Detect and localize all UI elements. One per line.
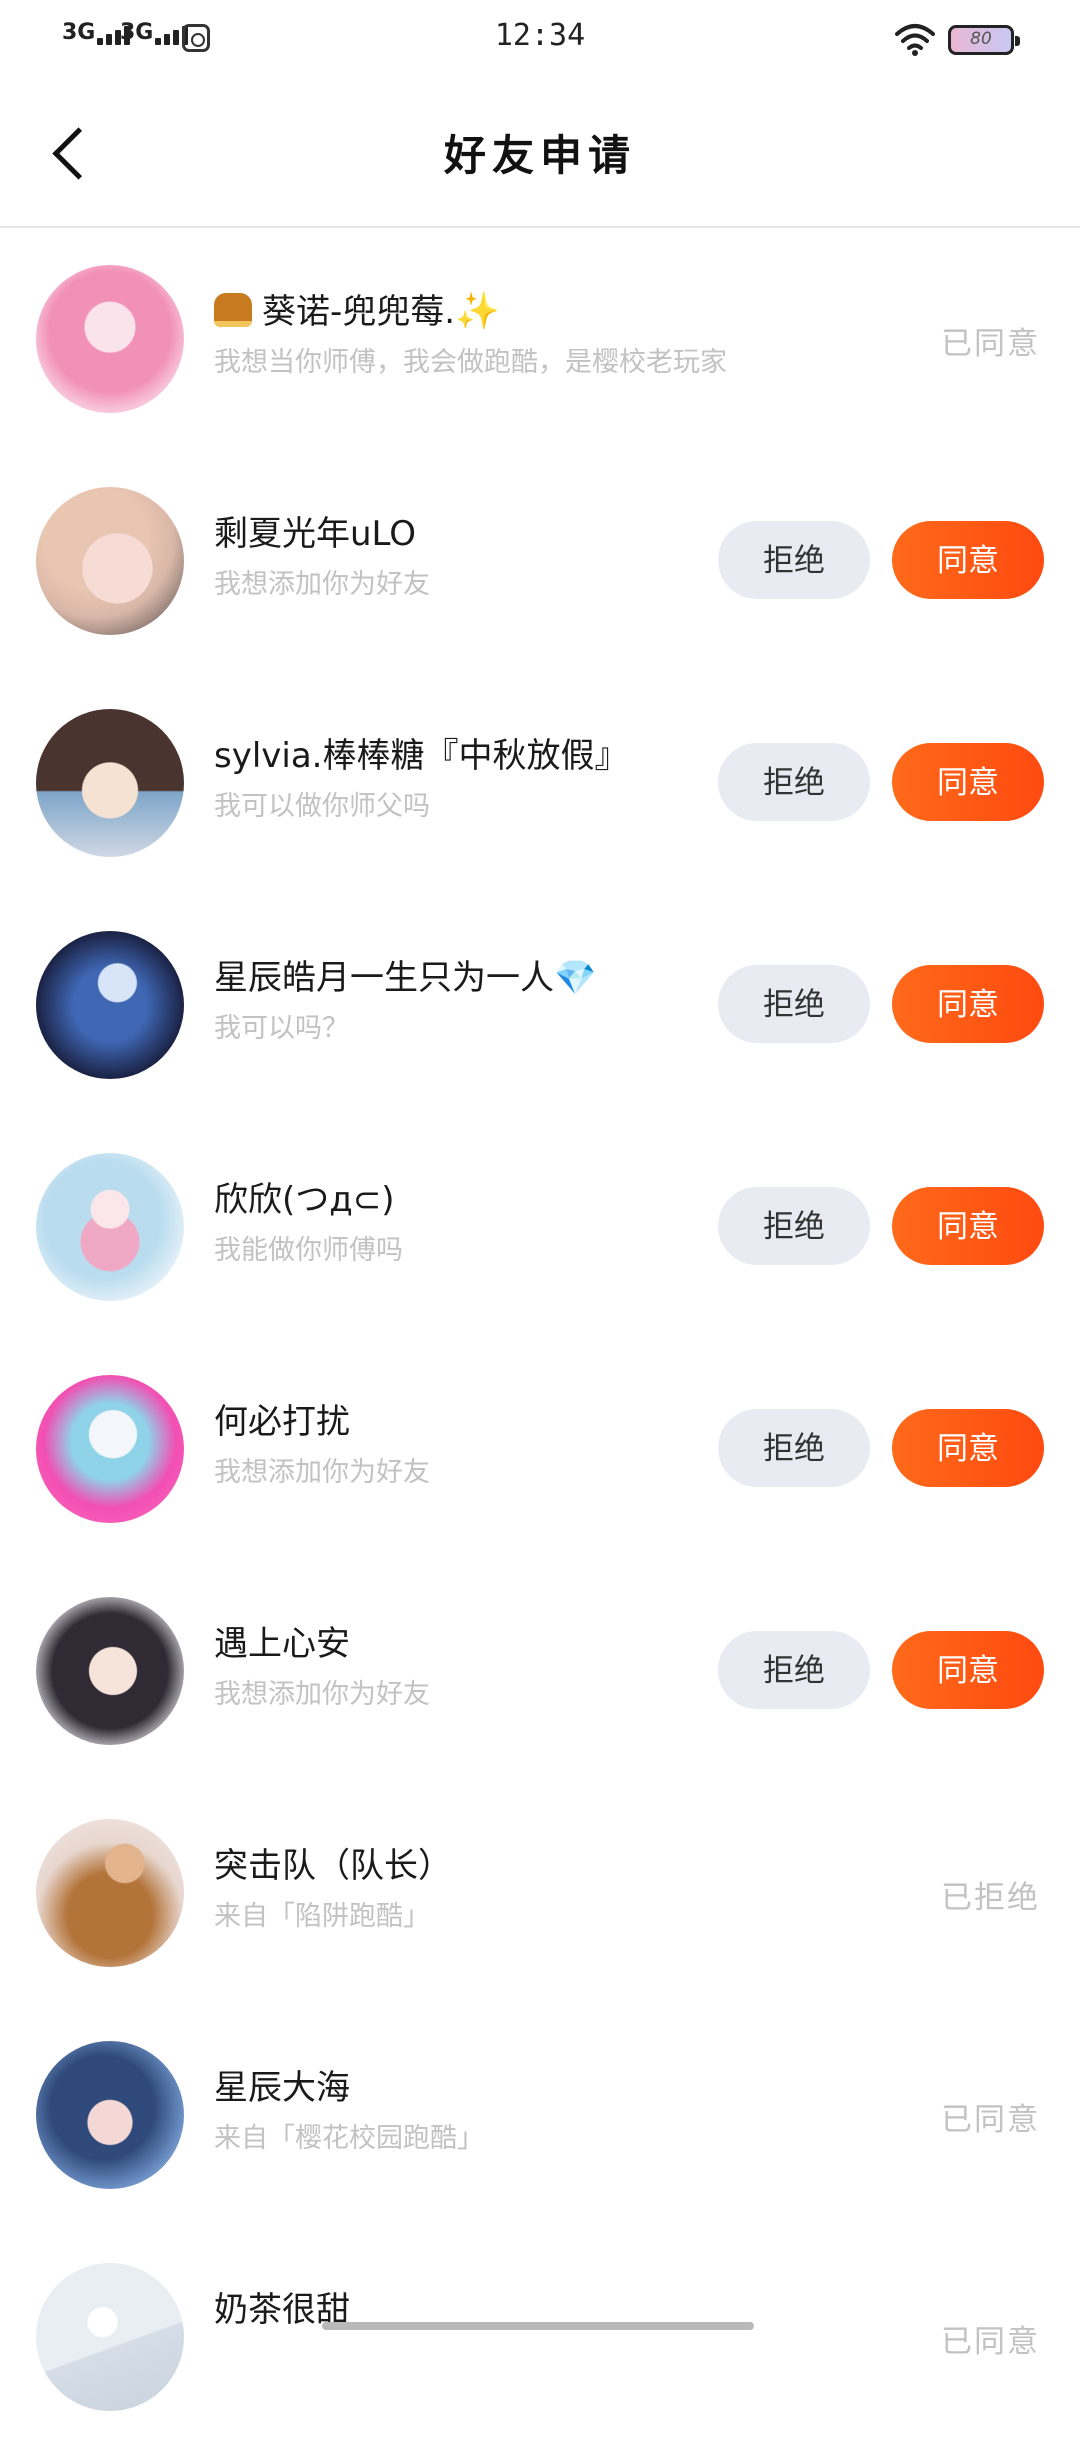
placeholder-avatar[interactable]	[36, 2263, 184, 2411]
request-message: 来自「樱花校园跑酷」	[214, 2123, 484, 2154]
pink-pop-avatar[interactable]	[36, 1375, 184, 1523]
list-item: 突击队（队长） 来自「陷阱跑酷」 已拒绝	[0, 1782, 1080, 2004]
battery-level: 80	[970, 29, 992, 49]
reject-button[interactable]: 拒绝	[718, 965, 870, 1043]
request-message: 我想添加你为好友	[214, 1679, 430, 1710]
friend-request-list: 葵诺-兜兜莓.✨ 我想当你师傅，我会做跑酷，是樱校老玩家 已同意 剩夏光年uLO…	[0, 228, 1080, 2448]
user-name: 欣欣(つд⊂)	[214, 1180, 395, 1220]
list-item: 葵诺-兜兜莓.✨ 我想当你师傅，我会做跑酷，是樱校老玩家 已同意	[0, 228, 1080, 450]
gem-icon: 💎	[554, 958, 597, 998]
black-hair-girl-avatar[interactable]	[36, 1597, 184, 1745]
list-item: 奶茶很甜 已同意	[0, 2226, 1080, 2448]
accept-button[interactable]: 同意	[892, 743, 1044, 821]
user-name: 遇上心安	[214, 1624, 350, 1664]
accept-button[interactable]: 同意	[892, 1187, 1044, 1265]
pink-hair-girl-avatar[interactable]	[36, 265, 184, 413]
nav-header: 好友申请	[0, 80, 1080, 228]
list-item: 遇上心安 我想添加你为好友 拒绝 同意	[0, 1560, 1080, 1782]
accept-button[interactable]: 同意	[892, 965, 1044, 1043]
user-name: 星辰大海	[214, 2068, 350, 2108]
list-item: 何必打扰 我想添加你为好友 拒绝 同意	[0, 1338, 1080, 1560]
sparkles-icon: ✨	[455, 291, 500, 332]
blonde-girl-avatar[interactable]	[36, 487, 184, 635]
navy-hair-girl-avatar[interactable]	[36, 2041, 184, 2189]
reject-button[interactable]: 拒绝	[718, 521, 870, 599]
list-item: sylvia.棒棒糖『中秋放假』 我可以做你师父吗 拒绝 同意	[0, 672, 1080, 894]
list-item: 星辰皓月一生只为一人💎 我可以吗？ 拒绝 同意	[0, 894, 1080, 1116]
accept-button[interactable]: 同意	[892, 1409, 1044, 1487]
list-item: 星辰大海 来自「樱花校园跑酷」 已同意	[0, 2004, 1080, 2226]
wifi-icon	[895, 24, 935, 56]
battery-icon: 80	[948, 25, 1020, 55]
accept-button[interactable]: 同意	[892, 1631, 1044, 1709]
man-guitar-avatar[interactable]	[36, 1819, 184, 1967]
status-label: 已拒绝	[941, 1880, 1040, 1916]
page-title: 好友申请	[443, 131, 636, 180]
request-message: 我想添加你为好友	[214, 569, 430, 600]
status-label: 已同意	[941, 2324, 1040, 2360]
accept-button[interactable]: 同意	[892, 521, 1044, 599]
list-item: 剩夏光年uLO 我想添加你为好友 拒绝 同意	[0, 450, 1080, 672]
user-name: 何必打扰	[214, 1402, 350, 1442]
reject-button[interactable]: 拒绝	[718, 743, 870, 821]
reject-button[interactable]: 拒绝	[718, 1409, 870, 1487]
user-name: 葵诺-兜兜莓.✨	[214, 284, 500, 333]
status-label: 已同意	[941, 2102, 1040, 2138]
status-label: 已同意	[941, 326, 1040, 362]
reject-button[interactable]: 拒绝	[718, 1187, 870, 1265]
request-message: 我想添加你为好友	[214, 1457, 430, 1488]
list-item: 欣欣(つд⊂) 我能做你师傅吗 拒绝 同意	[0, 1116, 1080, 1338]
pudding-icon	[214, 293, 252, 327]
request-message: 来自「陷阱跑酷」	[214, 1901, 430, 1932]
user-name: 星辰皓月一生只为一人💎	[214, 958, 597, 998]
request-message: 我可以吗？	[214, 1013, 349, 1044]
user-name: 剩夏光年uLO	[214, 514, 417, 554]
request-message: 我能做你师傅吗	[214, 1235, 403, 1266]
reject-button[interactable]: 拒绝	[718, 1631, 870, 1709]
light-blue-hair-girl-avatar[interactable]	[36, 1153, 184, 1301]
user-name: sylvia.棒棒糖『中秋放假』	[214, 736, 629, 776]
request-message: 我可以做你师父吗	[214, 791, 430, 822]
blue-cyber-girl-avatar[interactable]	[36, 931, 184, 1079]
dark-hair-girl-avatar[interactable]	[36, 709, 184, 857]
request-message: 我想当你师傅，我会做跑酷，是樱校老玩家	[214, 347, 727, 378]
status-bar: 3G 3G 12:34 80	[0, 0, 1080, 80]
home-indicator[interactable]	[322, 2322, 754, 2330]
user-name: 突击队（队长）	[214, 1846, 452, 1886]
